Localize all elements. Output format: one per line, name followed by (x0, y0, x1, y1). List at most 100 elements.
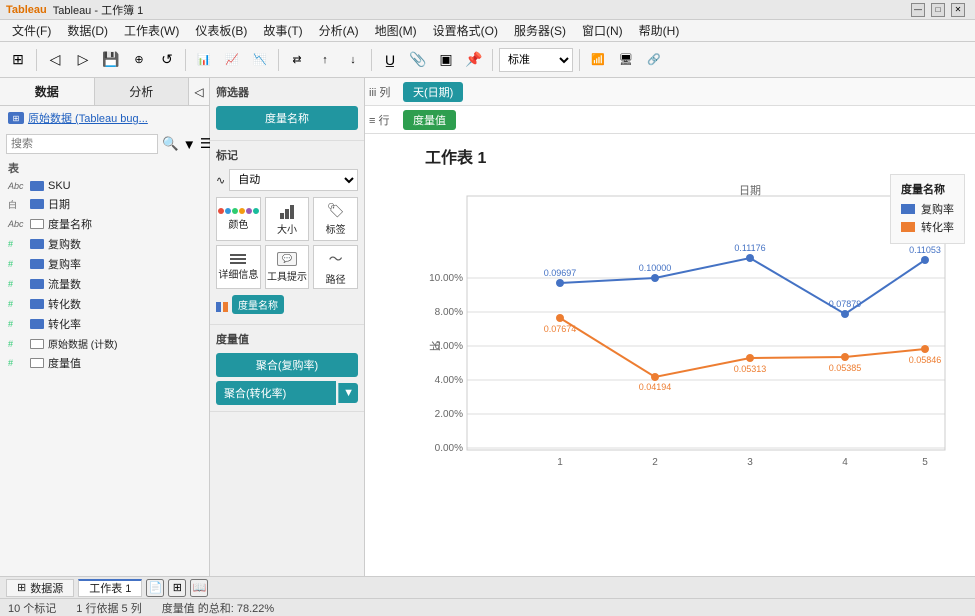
toolbar-share[interactable]: 🔗 (642, 48, 666, 72)
toolbar-screen[interactable]: 🖥 (614, 48, 638, 72)
toolbar-back[interactable]: ◁ (43, 48, 67, 72)
field-type-icon: Abc (8, 181, 26, 191)
svg-text:0.05385: 0.05385 (829, 363, 862, 373)
field-name-cn: 转化数 (48, 296, 81, 312)
menu-map[interactable]: 地图(M) (367, 20, 425, 41)
new-sheet-icon[interactable]: 📄 (146, 579, 164, 597)
tab-datasource[interactable]: ⊞ 数据源 (6, 579, 74, 597)
marks-measure-name-pill[interactable]: 度量名称 (232, 295, 284, 314)
filter-measure-name-pill[interactable]: 度量名称 (216, 106, 358, 130)
toolbar-chart3[interactable]: 📉 (248, 48, 272, 72)
field-sku[interactable]: Abc SKU (0, 178, 209, 194)
close-button[interactable]: ✕ (951, 3, 965, 17)
legend-item-repurchase[interactable]: 复购率 (901, 201, 954, 217)
bottom-icons-group: 📄 ⊞ 📖 (146, 579, 208, 597)
marks-size-btn[interactable]: 大小 (265, 197, 310, 241)
measure-pill-repurchase[interactable]: 聚合(复购率) (216, 353, 358, 377)
row-measure-val-pill[interactable]: 度量值 (403, 110, 456, 130)
measure-pill-convert-row: 聚合(转化率) ▼ (216, 381, 358, 405)
menu-dashboard[interactable]: 仪表板(B) (187, 20, 255, 41)
datasource-name[interactable]: 原始数据 (Tableau bug... (28, 110, 148, 126)
menu-file[interactable]: 文件(F) (4, 20, 59, 41)
toolbar-forward[interactable]: ▷ (71, 48, 95, 72)
field-type-hash3: # (8, 279, 26, 289)
menu-server[interactable]: 服务器(S) (506, 20, 574, 41)
panel-collapse-btn[interactable]: ◁ (189, 78, 209, 105)
menu-window[interactable]: 窗口(N) (574, 20, 631, 41)
marks-path-label: 路径 (326, 271, 346, 286)
toolbar-swap[interactable]: ⇄ (285, 48, 309, 72)
chart-legend: 度量名称 复购率 转化率 (890, 174, 965, 244)
legend-item-convert[interactable]: 转化率 (901, 219, 954, 235)
filter-button[interactable]: ▼ (183, 135, 196, 153)
tab-sheet1[interactable]: 工作表 1 (78, 579, 142, 597)
tab-analysis[interactable]: 分析 (95, 78, 190, 105)
field-convert-num[interactable]: # 转化数 (0, 294, 209, 314)
menu-analysis[interactable]: 分析(A) (311, 20, 367, 41)
svg-text:0.04194: 0.04194 (639, 382, 672, 392)
marks-tooltip-btn[interactable]: 💬 工具提示 (265, 245, 310, 289)
new-dashboard-icon[interactable]: ⊞ (168, 579, 186, 597)
toolbar-fit-dropdown[interactable]: 标准 完整视图 (499, 48, 573, 72)
field-date[interactable]: 白 日期 (0, 194, 209, 214)
toolbar-sort-asc[interactable]: ↑ (313, 48, 337, 72)
marks-type-select[interactable]: 自动 条形图 折线图 圆形 (229, 169, 358, 191)
svg-text:0.07879: 0.07879 (829, 299, 862, 309)
color-dots (218, 208, 259, 214)
legend-label-convert: 转化率 (921, 219, 954, 235)
measure-pill-convert-arrow[interactable]: ▼ (338, 383, 358, 403)
toolbar-chart1[interactable]: 📊 (192, 48, 216, 72)
menu-help[interactable]: 帮助(H) (631, 20, 688, 41)
marks-color-btn[interactable]: 颜色 (216, 197, 261, 241)
minimize-button[interactable]: — (911, 3, 925, 17)
toolbar-attach[interactable]: 📎 (406, 48, 430, 72)
toolbar-newds[interactable]: ⊕ (127, 48, 151, 72)
search-input[interactable] (6, 134, 158, 154)
toolbar-refresh[interactable]: ↺ (155, 48, 179, 72)
col-date-pill[interactable]: 天(日期) (403, 82, 463, 102)
field-measure-name[interactable]: Abc 度量名称 (0, 214, 209, 234)
svg-text:比: 比 (429, 341, 442, 352)
field-name-cr: 转化率 (48, 316, 81, 332)
field-name-sku: SKU (48, 180, 71, 192)
tab-data[interactable]: 数据 (0, 78, 95, 105)
new-story-icon[interactable]: 📖 (190, 579, 208, 597)
toolbar-chart2[interactable]: 📈 (220, 48, 244, 72)
toolbar-save[interactable]: 💾 (99, 48, 123, 72)
measure-pill-convert-main[interactable]: 聚合(转化率) (216, 381, 336, 405)
field-measure-val[interactable]: # 度量值 (0, 353, 209, 373)
field-color-icon-cn (30, 299, 44, 309)
menu-story[interactable]: 故事(T) (255, 20, 310, 41)
marks-path-btn[interactable]: 〜 路径 (313, 245, 358, 289)
field-type-hash4: # (8, 299, 26, 309)
marks-auto-icon: ∿ (216, 174, 225, 187)
svg-text:1: 1 (557, 457, 563, 466)
toolbar-underline[interactable]: U̲ (378, 48, 402, 72)
statusbar: 10 个标记 1 行依据 5 列 度量值 的总和: 78.22% (0, 598, 975, 616)
field-type-hash1: # (8, 239, 26, 249)
field-repurchase-rate[interactable]: # 复购率 (0, 254, 209, 274)
toolbar-sort-desc[interactable]: ↓ (341, 48, 365, 72)
menu-data[interactable]: 数据(D) (59, 20, 116, 41)
menu-format[interactable]: 设置格式(O) (425, 20, 506, 41)
menu-worksheet[interactable]: 工作表(W) (116, 20, 187, 41)
toolbar-pin[interactable]: 📌 (462, 48, 486, 72)
field-traffic[interactable]: # 流量数 (0, 274, 209, 294)
field-convert-rate[interactable]: # 转化率 (0, 314, 209, 334)
field-color-icon-rr (30, 259, 44, 269)
toolbar-frame[interactable]: ▣ (434, 48, 458, 72)
maximize-button[interactable]: □ (931, 3, 945, 17)
svg-text:10.00%: 10.00% (429, 273, 463, 284)
rows-label: ≡ 行 (369, 112, 399, 128)
field-raw-count[interactable]: # 原始数据 (计数) (0, 334, 209, 353)
field-repurchase-num[interactable]: # 复购数 (0, 234, 209, 254)
search-button[interactable]: 🔍 (162, 135, 179, 153)
marks-detail-btn[interactable]: 详细信息 (216, 245, 261, 289)
marks-section: 标记 ∿ 自动 条形图 折线图 圆形 颜色 (210, 141, 364, 325)
chart-title: 工作表 1 (425, 144, 965, 168)
marks-label-btn[interactable]: 🏷 标签 (313, 197, 358, 241)
datasource-icon: ⊞ (8, 112, 24, 124)
field-type-hash2: # (8, 259, 26, 269)
toolbar-home[interactable]: ⊞ (6, 48, 30, 72)
toolbar-stats[interactable]: 📶 (586, 48, 610, 72)
